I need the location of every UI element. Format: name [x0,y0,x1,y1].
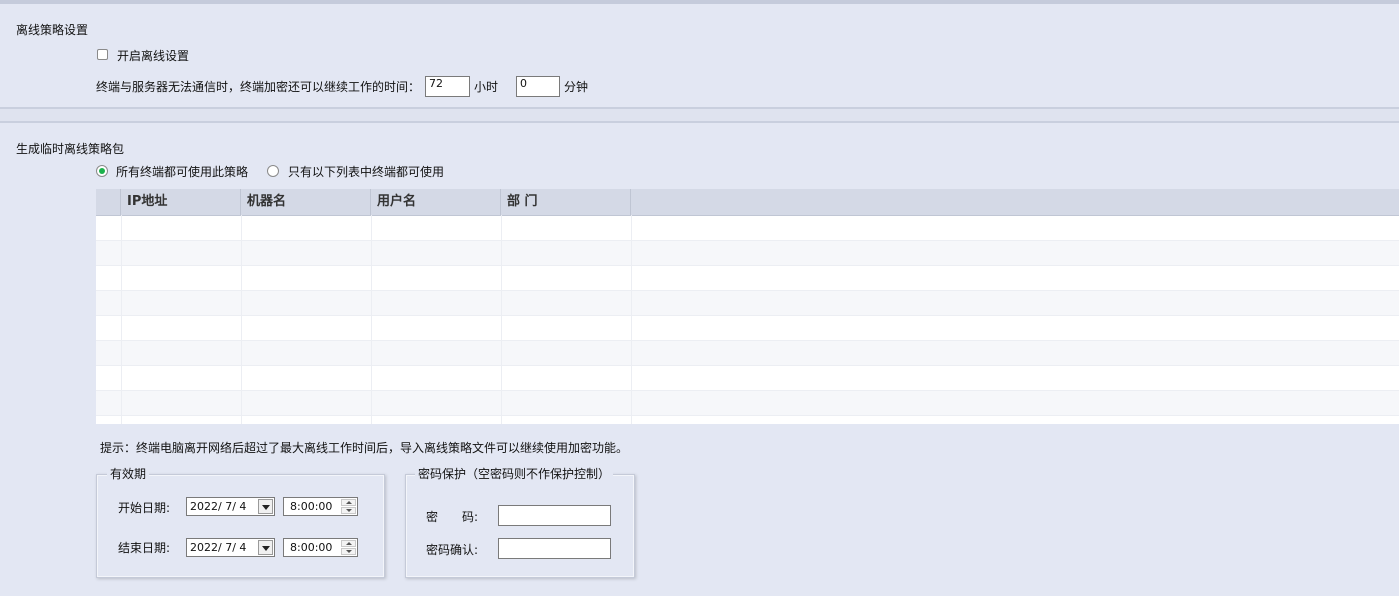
start-time-picker[interactable]: 8:00:00 [283,497,358,516]
column-divider [241,215,242,424]
chevron-down-icon[interactable] [258,540,273,555]
column-header-ip[interactable]: IP地址 [121,189,241,215]
section-separator [0,107,1399,123]
column-divider [501,215,502,424]
radio-all-terminals[interactable] [96,165,108,177]
offline-hours-input[interactable]: 72 [425,76,470,97]
minutes-unit-label: 分钟 [564,80,589,94]
start-time-value: 8:00:00 [290,500,333,513]
validity-legend: 有效期 [107,467,150,481]
time-spinner[interactable] [341,499,356,514]
terminal-table[interactable]: IP地址 机器名 用户名 部 门 [96,189,1399,424]
spin-up-icon[interactable] [341,540,356,547]
spin-down-icon[interactable] [341,507,356,514]
column-divider [121,215,122,424]
end-date-picker[interactable]: 2022/ 7/ 4 [186,538,275,557]
password-legend: 密码保护（空密码则不作保护控制） [415,467,614,481]
table-row[interactable] [96,266,1399,291]
offline-minutes-input[interactable]: 0 [516,76,560,97]
column-divider [631,215,632,424]
offline-section-title: 离线策略设置 [16,23,89,37]
column-header-user[interactable]: 用户名 [371,189,501,215]
table-row[interactable] [96,241,1399,266]
column-header-department[interactable]: 部 门 [501,189,631,215]
start-date-label: 开始日期: [118,501,171,515]
password-confirm-field[interactable] [498,538,611,559]
table-row[interactable] [96,366,1399,391]
spin-up-icon[interactable] [341,499,356,506]
temp-section-title: 生成临时离线策略包 [16,142,125,156]
hint-text: 提示：终端电脑离开网络后超过了最大离线工作时间后，导入离线策略文件可以继续使用加… [100,441,629,455]
table-row[interactable] [96,291,1399,316]
time-spinner[interactable] [341,540,356,555]
password-field[interactable] [498,505,611,526]
password-group [405,474,635,578]
end-time-value: 8:00:00 [290,541,333,554]
end-date-label: 结束日期: [118,541,171,555]
start-date-picker[interactable]: 2022/ 7/ 4 [186,497,275,516]
password-confirm-label: 密码确认: [426,543,479,557]
top-border [0,0,1399,4]
header-row-indicator [96,189,121,215]
table-row[interactable] [96,216,1399,241]
table-row[interactable] [96,316,1399,341]
chevron-down-icon[interactable] [258,499,273,514]
table-row[interactable] [96,341,1399,366]
password-label: 密 码: [426,510,479,524]
radio-all-terminals-label[interactable]: 所有终端都可使用此策略 [116,165,248,179]
offline-time-desc: 终端与服务器无法通信时，终端加密还可以继续工作的时间： [96,80,421,94]
spin-down-icon[interactable] [341,548,356,555]
end-date-value: 2022/ 7/ 4 [190,541,247,554]
validity-group [96,474,385,578]
column-divider [371,215,372,424]
enable-offline-checkbox[interactable] [97,49,108,60]
end-time-picker[interactable]: 8:00:00 [283,538,358,557]
table-header: IP地址 机器名 用户名 部 门 [96,189,1399,216]
table-row[interactable] [96,391,1399,416]
start-date-value: 2022/ 7/ 4 [190,500,247,513]
radio-listed-terminals[interactable] [267,165,279,177]
enable-offline-label[interactable]: 开启离线设置 [117,49,189,63]
radio-listed-terminals-label[interactable]: 只有以下列表中终端都可使用 [288,165,444,179]
column-header-machine[interactable]: 机器名 [241,189,371,215]
hours-unit-label: 小时 [474,80,499,94]
